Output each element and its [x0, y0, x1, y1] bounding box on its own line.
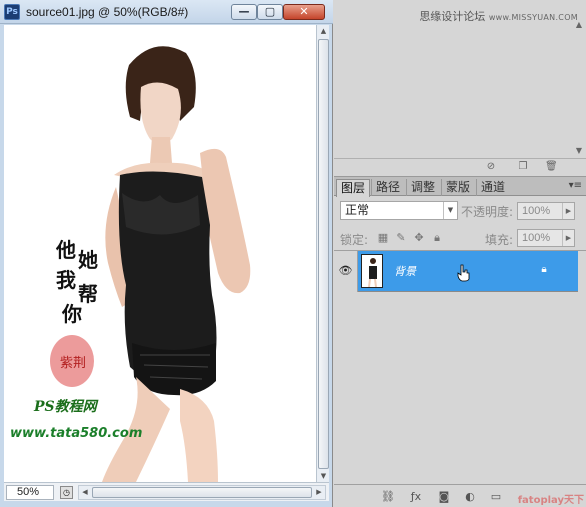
scroll-left-arrow-icon[interactable]: ◀: [79, 486, 91, 499]
photo-illustration: 他 她 我 帮 你 紫荆 PS教程网 www.tata580.com: [10, 46, 251, 482]
document-title: source01.jpg @ 50%(RGB/8#): [26, 5, 189, 19]
calligraphy-char-2: 她: [78, 248, 98, 272]
lock-paint-brush-icon[interactable]: ✎: [394, 231, 408, 245]
lock-all-icon[interactable]: 🔒︎: [430, 231, 444, 245]
scroll-right-arrow-icon[interactable]: ▶: [313, 486, 325, 499]
maximize-icon: ▢: [264, 5, 276, 18]
document-titlebar[interactable]: Ps source01.jpg @ 50%(RGB/8#) — ▢ ✕: [0, 0, 333, 24]
layer-name[interactable]: 背景: [394, 263, 416, 279]
panel-menu-icon[interactable]: ▾≡: [569, 180, 582, 191]
site-watermark-url: www.MISSYUAN.COM: [488, 13, 578, 22]
tab-layers[interactable]: 图层: [336, 179, 371, 197]
brand-watermark: PS教程网: [33, 398, 99, 415]
calligraphy-char-3: 我: [56, 268, 76, 292]
document-info-icon[interactable]: ◷: [60, 486, 73, 499]
layer-row-background[interactable]: 👁︎ 背景 🔒︎: [334, 251, 578, 292]
document-statusbar: 50% ◷ ◀ ▶: [4, 482, 329, 501]
adjustment-layer-icon[interactable]: ◐: [462, 490, 478, 504]
photoshop-app-icon: Ps: [4, 4, 20, 20]
image-canvas[interactable]: 他 她 我 帮 你 紫荆 PS教程网 www.tata580.com: [4, 25, 316, 482]
link-layers-icon[interactable]: ⛓: [380, 490, 396, 504]
add-mask-icon[interactable]: ◙: [436, 490, 452, 504]
chevron-right-icon[interactable]: ▶: [562, 230, 574, 246]
lock-label: 锁定:: [340, 233, 369, 247]
minimize-button[interactable]: —: [231, 4, 257, 20]
opacity-field[interactable]: 100% ▶: [517, 202, 575, 220]
visibility-eye-icon[interactable]: 👁︎: [334, 251, 358, 292]
vertical-scrollbar[interactable]: ▲ ▼: [316, 25, 329, 482]
calligraphy-char-1: 他: [55, 238, 76, 262]
trash-icon[interactable]: 🗑: [545, 161, 558, 173]
chevron-right-icon[interactable]: ▶: [562, 203, 574, 219]
url-watermark: www.tata580.com: [10, 426, 142, 441]
upper-panel-scroll-down-icon[interactable]: ▼: [576, 146, 582, 155]
layers-panel: 图层 路径 调整 蒙版 通道 ▾≡ 正常 ▼ 不透明度: 100% ▶ 锁定: …: [334, 176, 586, 507]
panel-tabs: 图层 路径 调整 蒙版 通道 ▾≡: [334, 177, 586, 197]
minimize-icon: —: [238, 5, 250, 18]
tab-adjustments[interactable]: 调整: [406, 179, 439, 196]
close-button[interactable]: ✕: [283, 4, 325, 20]
scroll-down-arrow-icon[interactable]: ▼: [318, 470, 329, 482]
new-group-icon[interactable]: ▭: [488, 490, 504, 504]
vertical-scroll-thumb[interactable]: [318, 39, 329, 469]
zoom-level-field[interactable]: 50%: [6, 485, 54, 500]
upper-panel-scroll-up-icon[interactable]: ▲: [576, 20, 582, 29]
horizontal-scroll-thumb[interactable]: [92, 487, 312, 498]
lock-move-icon[interactable]: ✥: [412, 231, 426, 245]
site-watermark-text: 思缘设计论坛: [419, 10, 486, 23]
upper-panel-footer: ⊘ ❐ 🗑: [334, 158, 586, 174]
fill-label: 填充:: [485, 233, 514, 247]
hand-cursor-icon: [457, 264, 470, 282]
document-window: Ps source01.jpg @ 50%(RGB/8#) — ▢ ✕ 他 她 …: [0, 0, 333, 507]
opacity-label: 不透明度:: [461, 205, 514, 219]
horizontal-scrollbar[interactable]: ◀ ▶: [78, 485, 326, 500]
maximize-button[interactable]: ▢: [257, 4, 283, 20]
lock-transparency-icon[interactable]: ▦: [376, 231, 390, 245]
layer-thumbnail-image: [368, 258, 377, 287]
layer-style-fx-icon[interactable]: ƒx: [408, 490, 424, 504]
red-seal-text: 紫荆: [60, 355, 86, 371]
layer-list: 👁︎ 背景 🔒︎: [334, 250, 586, 484]
chevron-down-icon: ▼: [443, 202, 457, 219]
new-item-icon[interactable]: ❐: [517, 161, 529, 173]
fill-value: 100%: [522, 232, 551, 244]
layers-footer: ⛓ ƒx ◙ ◐ ▭ fatoplay天下: [334, 484, 586, 507]
opacity-value: 100%: [522, 205, 551, 217]
close-icon: ✕: [299, 5, 309, 18]
layer-lock-icon: 🔒︎: [541, 264, 547, 275]
tab-masks[interactable]: 蒙版: [441, 179, 474, 196]
fill-field[interactable]: 100% ▶: [517, 229, 575, 247]
layer-thumbnail: [361, 254, 383, 288]
blend-mode-select[interactable]: 正常 ▼: [340, 201, 458, 220]
site-watermark: 思缘设计论坛 www.MISSYUAN.COM: [419, 8, 578, 24]
stop-icon[interactable]: ⊘: [485, 161, 497, 173]
blend-mode-value: 正常: [345, 203, 370, 217]
panels-dock: 思缘设计论坛 www.MISSYUAN.COM ▲ ▼ ⊘ ❐ 🗑 图层 路径 …: [334, 0, 586, 507]
calligraphy-char-5: 你: [61, 302, 82, 326]
photoshop-workspace: Ps source01.jpg @ 50%(RGB/8#) — ▢ ✕ 他 她 …: [0, 0, 586, 507]
bottom-watermark: fatoplay天下: [517, 495, 584, 506]
tab-channels[interactable]: 通道: [476, 179, 509, 196]
tab-paths[interactable]: 路径: [371, 179, 404, 196]
scroll-up-arrow-icon[interactable]: ▲: [318, 25, 329, 37]
